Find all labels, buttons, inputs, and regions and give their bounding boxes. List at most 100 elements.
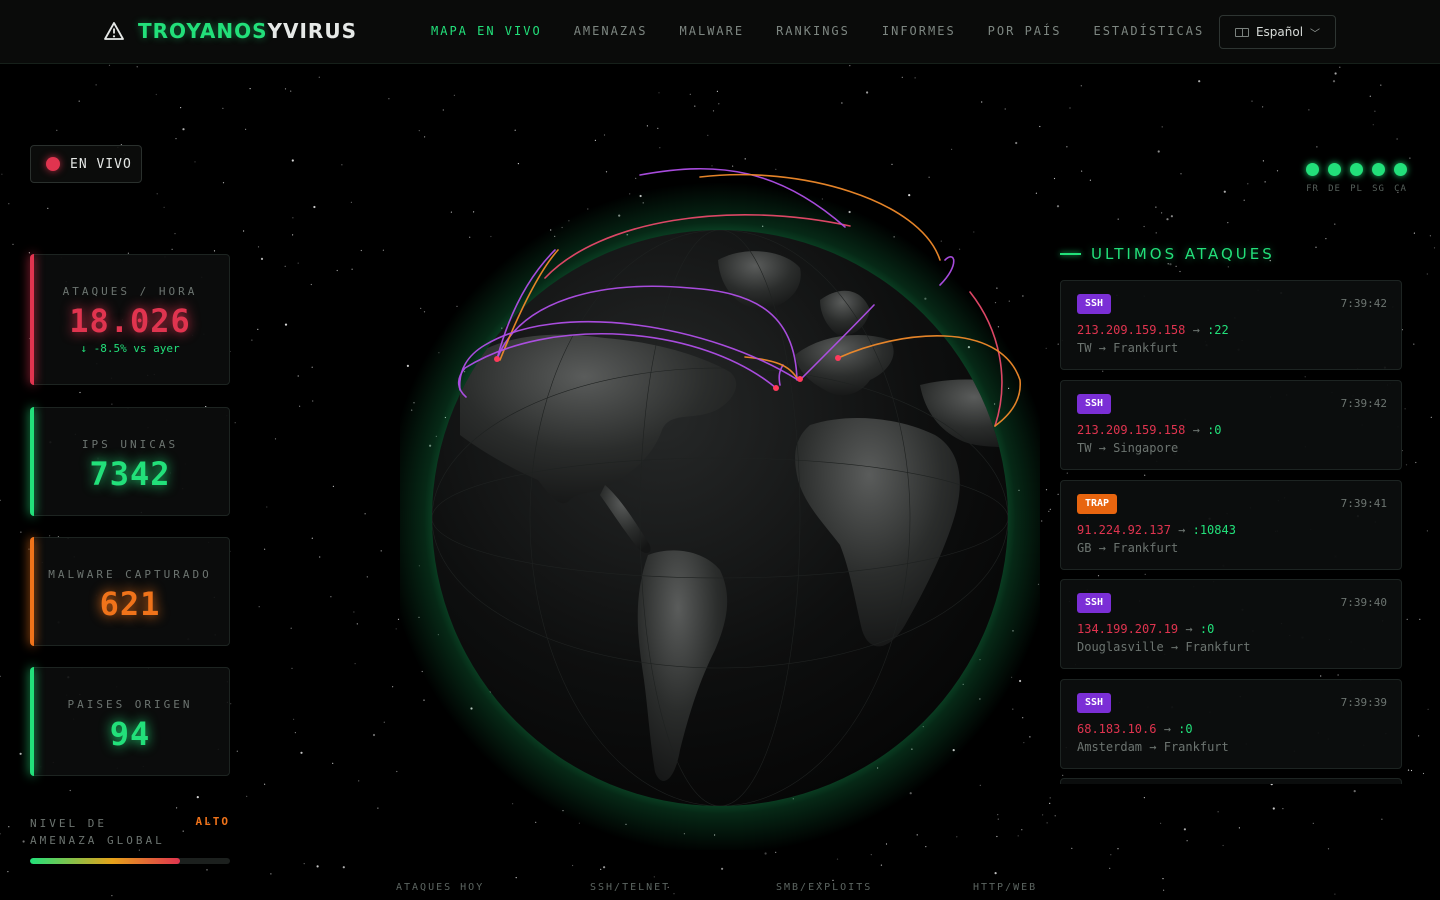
attack-hotspot	[494, 356, 500, 362]
threat-level-label: NIVEL DE AMENAZA GLOBAL	[30, 817, 165, 847]
status-light	[1306, 163, 1319, 176]
attack-target: Frankfurt	[1185, 640, 1251, 654]
attack-source-ip: 134.199.207.19	[1077, 622, 1179, 636]
live-indicator-dot	[46, 157, 60, 171]
heading-accent-bar	[1060, 253, 1081, 255]
nav-item-4[interactable]: INFORMES	[882, 24, 956, 38]
top-navigation-bar: TROYANOSYVIRUS MAPA EN VIVO AMENAZAS MALWA…	[0, 0, 1440, 64]
bottom-stat-label: HTTP/WEB	[973, 882, 1038, 893]
country-indicator: PL	[1350, 163, 1363, 194]
attack-geo: TW → Singapore	[1077, 441, 1178, 455]
live-map-page: TROYANOSYVIRUS MAPA EN VIVO AMENAZAS MALWA…	[0, 0, 1440, 900]
stat-value: 7342	[89, 455, 171, 493]
arrow-right-icon: →	[1170, 523, 1193, 537]
stat-change: ↓ -8.5% vs ayer	[80, 342, 180, 355]
nav-item-0[interactable]: MAPA EN VIVO	[431, 24, 542, 38]
attack-route: 68.183.10.6 → :0	[1077, 722, 1193, 736]
arrow-right-icon: →	[1178, 622, 1200, 636]
attack-card[interactable]: SSH 7:39:42 213.209.159.158 → :22 TW → Fran…	[1060, 280, 1402, 370]
attack-target: Frankfurt	[1163, 740, 1229, 754]
bottom-stat-labels: ATAQUES HOY SSH/TELNET SMB/EXPLOITS HTTP/WE…	[0, 882, 1440, 900]
attack-port: :0	[1199, 622, 1215, 636]
nav-item-2[interactable]: MALWARE	[680, 24, 745, 38]
attack-card-partial[interactable]	[1060, 778, 1402, 784]
attack-globe[interactable]	[400, 150, 1040, 850]
attack-port: :0	[1207, 423, 1222, 437]
attack-origin: TW	[1077, 341, 1092, 355]
country-code: DE	[1328, 184, 1341, 194]
latest-attacks-feed[interactable]: SSH 7:39:42 213.209.159.158 → :22 TW → Fran…	[1060, 280, 1402, 784]
stat-card-malware-captured: MALWARE CAPTURADO 621	[30, 537, 230, 646]
bottom-stat-label: SMB/EXPLOITS	[776, 882, 873, 893]
nav-item-3[interactable]: RANKINGS	[776, 24, 850, 38]
stat-value: 621	[99, 585, 161, 623]
attack-type-badge: TRAP	[1077, 494, 1118, 514]
attack-card[interactable]: SSH 7:39:40 134.199.207.19 → :0 Douglasvill…	[1060, 579, 1402, 669]
brand-name: TROYANOSYVIRUS	[138, 19, 357, 43]
language-label: Español	[1255, 25, 1304, 39]
bottom-stat-label: SSH/TELNET	[590, 882, 671, 893]
attack-geo: GB → Frankfurt	[1077, 541, 1178, 555]
attack-time: 7:39:39	[1340, 696, 1387, 709]
attack-time: 7:39:42	[1340, 297, 1387, 310]
attack-source-ip: 213.209.159.158	[1077, 423, 1186, 437]
brand-logo[interactable]: TROYANOSYVIRUS	[104, 19, 357, 43]
nav-item-5[interactable]: POR PAÍS	[988, 24, 1062, 38]
attack-hotspot	[773, 385, 779, 391]
attack-source-ip: 213.209.159.158	[1077, 323, 1186, 337]
country-code: SG	[1372, 184, 1385, 194]
nav-item-6[interactable]: ESTADÍSTICAS	[1093, 24, 1204, 38]
nav-item-1[interactable]: AMENAZAS	[574, 24, 648, 38]
attack-type-badge: SSH	[1077, 394, 1112, 414]
attack-port: :0	[1178, 722, 1193, 736]
attack-target: Singapore	[1113, 441, 1179, 455]
country-indicator: CA	[1394, 163, 1407, 194]
attack-port: :22	[1207, 323, 1229, 337]
attack-type-badge: SSH	[1077, 693, 1112, 713]
country-code: FR	[1306, 184, 1319, 194]
threat-level-bar-fill	[30, 858, 180, 864]
status-light	[1372, 163, 1385, 176]
attack-time: 7:39:41	[1340, 497, 1387, 510]
attack-geo: TW → Frankfurt	[1077, 341, 1178, 355]
attack-route: 213.209.159.158 → :0	[1077, 423, 1222, 437]
attack-card[interactable]: SSH 7:39:39 68.183.10.6 → :0 Amsterdam → Fr…	[1060, 679, 1402, 769]
attack-hotspot	[835, 355, 841, 361]
status-light	[1394, 163, 1407, 176]
attack-route: 134.199.207.19 → :0	[1077, 622, 1214, 636]
country-indicator: DE	[1328, 163, 1341, 194]
live-badge-label: EN VIVO	[70, 156, 132, 172]
warning-triangle-icon	[104, 22, 124, 40]
chevron-down-icon: ﹀	[1310, 28, 1321, 40]
brand-name-part2: YVIRUS	[267, 19, 357, 43]
stat-label: MALWARE CAPTURADO	[48, 568, 212, 581]
stat-label: IPS UNICAS	[81, 438, 179, 451]
arrow-right-icon: →	[1163, 640, 1186, 654]
status-light	[1350, 163, 1363, 176]
country-indicator: SG	[1372, 163, 1385, 194]
attack-source-ip: 91.224.92.137	[1077, 523, 1171, 537]
stat-label: PAISES ORIGEN	[67, 698, 193, 711]
arrow-right-icon: →	[1185, 423, 1208, 437]
country-indicator: FR	[1306, 163, 1319, 194]
arrow-right-icon: →	[1185, 323, 1208, 337]
latest-attacks-heading: ULTIMOS ATAQUES	[1060, 245, 1275, 263]
flag-icon	[1234, 27, 1249, 37]
main-navigation: MAPA EN VIVO AMENAZAS MALWARE RANKINGS INFOR…	[431, 24, 1204, 38]
attack-target: Frankfurt	[1113, 341, 1179, 355]
attack-card[interactable]: SSH 7:39:42 213.209.159.158 → :0 TW → Singa…	[1060, 380, 1402, 470]
threat-level-value: ALTO	[195, 815, 230, 828]
language-selector[interactable]: Español ﹀	[1219, 15, 1336, 49]
attack-route: 91.224.92.137 → :10843	[1077, 523, 1236, 537]
brand-name-part1: TROYANOS	[138, 19, 268, 43]
country-indicators: FR DE PL SG CA	[1306, 163, 1407, 194]
stat-card-origin-countries: PAISES ORIGEN 94	[30, 667, 230, 776]
attack-card[interactable]: TRAP 7:39:41 91.224.92.137 → :10843 GB → Fr…	[1060, 480, 1402, 570]
attack-type-badge: SSH	[1077, 294, 1112, 314]
arrow-right-icon: →	[1091, 341, 1114, 355]
latest-attacks-title: ULTIMOS ATAQUES	[1091, 245, 1275, 263]
live-badge: EN VIVO	[30, 145, 142, 183]
stat-card-unique-ips: IPS UNICAS 7342	[30, 407, 230, 516]
stat-value: 94	[109, 715, 151, 753]
attack-origin: Douglasville	[1077, 640, 1164, 654]
